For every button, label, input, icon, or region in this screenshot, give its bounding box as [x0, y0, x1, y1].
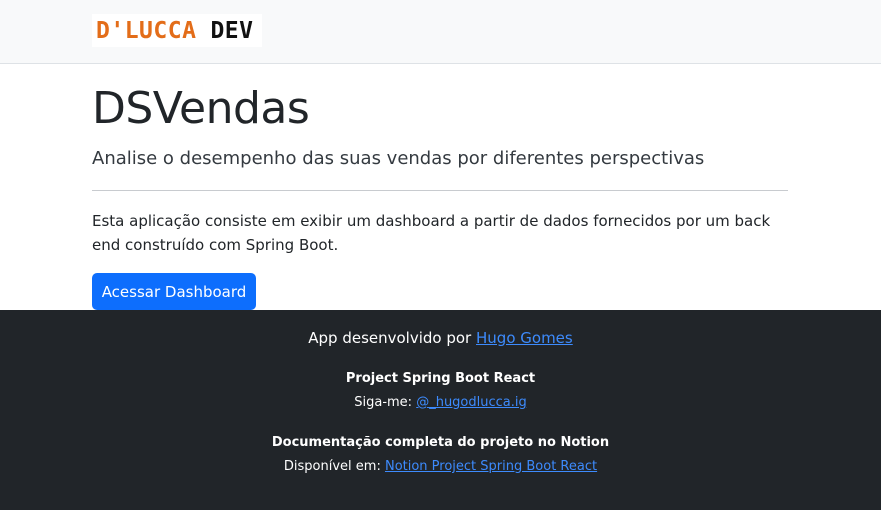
follow-label: Siga-me:	[354, 395, 413, 410]
logo-text-secondary: DEV	[210, 17, 254, 44]
access-dashboard-button[interactable]: Acessar Dashboard	[92, 273, 256, 310]
footer: App desenvolvido por Hugo Gomes Project …	[0, 310, 881, 510]
page-subtitle: Analise o desempenho das suas vendas por…	[92, 148, 705, 169]
divider	[92, 190, 788, 191]
available-line: Disponível em: Notion Project Spring Boo…	[0, 459, 881, 474]
available-label: Disponível em:	[283, 459, 381, 474]
logo-text-primary: D'LUCCA	[96, 17, 197, 44]
project-title: Project Spring Boot React	[345, 371, 536, 386]
instagram-link[interactable]: @_hugodlucca.ig	[416, 395, 527, 410]
app-description: Esta aplicação consiste em exibir um das…	[92, 212, 771, 254]
notion-link[interactable]: Notion Project Spring Boot React	[385, 459, 597, 474]
developer-credit-label: App desenvolvido por	[308, 329, 472, 347]
documentation-title: Documentação completa do projeto no Noti…	[271, 435, 610, 450]
navbar: D'LUCCA DEV	[0, 0, 881, 64]
developer-credit: App desenvolvido por Hugo Gomes	[0, 329, 881, 347]
page-title: DSVendas	[92, 83, 310, 134]
follow-line: Siga-me: @_hugodlucca.ig	[0, 395, 881, 410]
developer-link[interactable]: Hugo Gomes	[476, 329, 573, 347]
brand-logo[interactable]: D'LUCCA DEV	[92, 14, 262, 47]
